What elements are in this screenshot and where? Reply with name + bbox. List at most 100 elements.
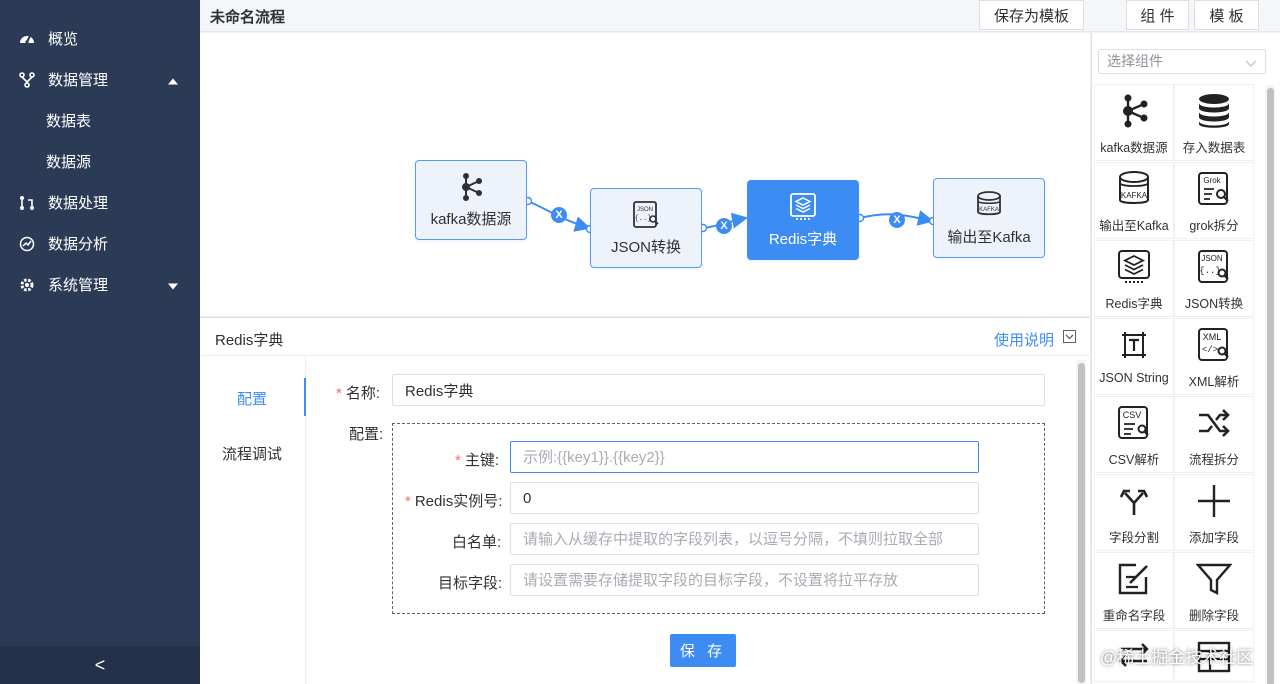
target-field-input[interactable]	[510, 564, 979, 596]
svg-text:{..}: {..}	[1199, 266, 1221, 276]
sidebar-item-overview[interactable]: 概览	[0, 18, 200, 59]
palette-item-rename-field[interactable]: 重命名字段	[1094, 552, 1174, 629]
sidebar-item-data-source[interactable]: 数据源	[0, 141, 200, 182]
node-config-panel: Redis字典 使用说明 配置 流程调试 *名称: 配置: *主键: *Redi…	[200, 317, 1090, 684]
sidebar-item-system-management[interactable]: 系统管理	[0, 264, 200, 305]
xml-icon: XML </>	[1198, 328, 1229, 361]
palette-item-label: 字段分割	[1108, 531, 1159, 545]
sidebar-nav: 概览 数据管理 数据表 数据源 数据处理 数据分析 系统管理	[0, 0, 200, 305]
required-mark: *	[336, 385, 342, 402]
sidebar-item-data-table[interactable]: 数据表	[0, 100, 200, 141]
shuffle-icon	[1199, 409, 1230, 437]
palette-item-label: Redis字典	[1105, 297, 1163, 311]
sidebar-item-data-analysis[interactable]: 数据分析	[0, 223, 200, 264]
config-label: 配置:	[349, 426, 384, 443]
process-icon	[18, 194, 36, 212]
csv-icon: CSV	[1118, 406, 1149, 439]
palette-item-label: CSV解析	[1108, 453, 1160, 467]
svg-text:CSV: CSV	[1123, 410, 1142, 420]
name-input[interactable]	[392, 374, 1045, 406]
palette-item-add-field[interactable]: 添加字段	[1174, 474, 1254, 551]
redis-icon	[1118, 250, 1150, 283]
palette-item-label: JSON转换	[1184, 297, 1244, 311]
remove-edge-button[interactable]: X	[551, 207, 567, 223]
json-icon: JSON {..}	[633, 200, 659, 228]
sidebar-item-label: 系统管理	[48, 277, 109, 294]
config-tabs: 配置 流程调试	[200, 356, 306, 684]
redis-instance-label-text: Redis实例号:	[414, 493, 503, 510]
json-icon: JSON {..}	[1198, 250, 1229, 283]
svg-text:KAFKA: KAFKA	[979, 207, 999, 213]
svg-text:JSON: JSON	[1201, 254, 1223, 263]
palette-item-redis-dict[interactable]: Redis字典	[1094, 240, 1174, 317]
sidebar-collapse-button[interactable]: <	[0, 646, 200, 684]
component-select-placeholder: 选择组件	[1107, 53, 1163, 69]
whitelist-input[interactable]	[510, 523, 979, 555]
palette-scrollbar[interactable]	[1267, 88, 1274, 684]
remove-edge-button[interactable]: X	[716, 218, 732, 234]
flow-toolbar: 未命名流程 保存为模板 组 件 模 板	[200, 0, 1280, 32]
redis-icon	[790, 192, 816, 220]
svg-text:{..}: {..}	[635, 215, 652, 223]
palette-item-label: XML解析	[1188, 375, 1240, 389]
usage-help-link[interactable]: 使用说明	[994, 329, 1054, 350]
name-label: * 名称:	[336, 382, 380, 403]
panel-scrollbar[interactable]	[1078, 363, 1085, 683]
palette-item-output-kafka[interactable]: KAFKA 输出至Kafka	[1094, 162, 1174, 239]
svg-text:XML: XML	[1203, 332, 1222, 342]
svg-text:JSON: JSON	[637, 207, 653, 213]
flow-node-label: 输出至Kafka	[947, 228, 1031, 246]
palette-item-field-split[interactable]: 字段分割	[1094, 474, 1174, 551]
remove-edge-button[interactable]: X	[889, 212, 905, 228]
split-icon	[1119, 489, 1149, 515]
component-select[interactable]: 选择组件	[1098, 49, 1266, 74]
palette-item-label: JSON String	[1099, 371, 1169, 385]
palette-item-save-table[interactable]: 存入数据表	[1174, 84, 1254, 161]
key-label: * 主键:	[455, 449, 499, 470]
palette-item-grok-split[interactable]: Grok grok拆分	[1174, 162, 1254, 239]
save-button[interactable]: 保 存	[670, 634, 736, 667]
filter-icon	[1196, 563, 1232, 595]
flow-title: 未命名流程	[210, 9, 286, 26]
flow-node-redis-dict[interactable]: Redis字典	[747, 180, 859, 260]
palette-item-label: 删除字段	[1188, 609, 1239, 623]
templates-button[interactable]: 模 板	[1194, 0, 1259, 30]
panel-title: Redis字典	[215, 332, 284, 349]
palette-item-delete-field[interactable]: 删除字段	[1174, 552, 1254, 629]
sidebar-item-label: 概览	[48, 31, 79, 48]
sidebar-item-data-management[interactable]: 数据管理	[0, 59, 200, 100]
flow-node-kafka-source[interactable]: kafka数据源	[415, 160, 527, 240]
chevron-left-icon: <	[94, 654, 106, 675]
save-as-template-button[interactable]: 保存为模板	[979, 0, 1084, 30]
sidebar-item-label: 数据表	[46, 113, 92, 130]
required-mark: *	[405, 493, 411, 510]
sidebar-item-label: 数据源	[46, 154, 92, 171]
collapse-panel-button[interactable]	[1063, 330, 1076, 343]
palette-item-flow-split[interactable]: 流程拆分	[1174, 396, 1254, 473]
analysis-icon	[18, 235, 36, 253]
primary-key-input[interactable]	[510, 441, 979, 473]
palette-item-csv-parse[interactable]: CSV CSV解析	[1094, 396, 1174, 473]
flow-node-json-convert[interactable]: JSON {..} JSON转换	[590, 188, 702, 268]
plus-icon	[1198, 485, 1230, 517]
json-string-icon	[1122, 332, 1146, 358]
svg-text:</>: </>	[1202, 345, 1218, 355]
tab-flow-debug[interactable]: 流程调试	[199, 443, 305, 464]
database-icon	[1199, 94, 1229, 128]
palette-item-kafka-source[interactable]: kafka数据源	[1094, 84, 1174, 161]
components-button[interactable]: 组 件	[1126, 0, 1189, 30]
palette-item-json-convert[interactable]: JSON {..} JSON转换	[1174, 240, 1254, 317]
redis-instance-input[interactable]	[510, 482, 979, 514]
tab-config[interactable]: 配置	[199, 388, 305, 409]
redis-instance-label: * Redis实例号:	[405, 490, 502, 511]
palette-item-json-string[interactable]: JSON String	[1094, 318, 1174, 395]
chevron-down-icon	[1065, 334, 1074, 339]
dashboard-icon	[18, 30, 36, 48]
flow-canvas[interactable]: kafka数据源 JSON {..} JSON转换 Redis字典 KAFKA 输…	[200, 33, 1090, 316]
component-palette: 选择组件 kafka数据源 存入数据表 KAFKA 输出至Kafka Grok …	[1091, 33, 1280, 684]
palette-item-label: grok拆分	[1189, 219, 1239, 233]
palette-item-xml-parse[interactable]: XML </> XML解析	[1174, 318, 1254, 395]
sidebar-item-data-processing[interactable]: 数据处理	[0, 182, 200, 223]
grok-icon: Grok	[1198, 172, 1229, 205]
flow-node-output-kafka[interactable]: KAFKA 输出至Kafka	[933, 178, 1045, 258]
